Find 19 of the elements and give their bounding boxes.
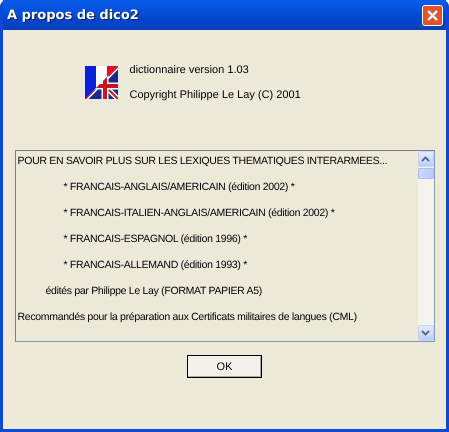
close-icon [426,8,439,22]
ok-button[interactable]: OK [187,355,262,378]
text-line: édités par Philippe Le Lay (FORMAT PAPIER A5) [44,284,263,299]
text-area[interactable] [14,150,434,342]
close-button[interactable] [422,4,443,26]
copyright-text: Copyright Philippe Le Lay (C) 2001 [130,89,301,101]
scrollbar[interactable] [418,151,434,341]
window-title: A propos de dico2 [7,8,139,22]
text-line: * FRANCAIS-ALLEMAND (édition 1993) * [62,258,248,273]
text-line: Recommandés pour la préparation aux Certificats militaires de langues (CML) [18,310,358,325]
flag-icon [84,66,118,99]
scroll-up-button[interactable] [418,151,434,167]
text-line: * FRANCAIS-ITALIEN-ANGLAIS/AMERICAIN (édition 2002) * [62,206,336,221]
text-line: * FRANCAIS-ESPAGNOL (édition 1996) * [62,232,248,247]
version-text: dictionnaire version 1.03 [130,64,250,76]
text-line: * FRANCAIS-ANGLAIS/AMERICAIN (édition 2002) * [62,180,296,195]
text-line: POUR EN SAVOIR PLUS SUR LES LEXIQUES THEMATIQUES INTERARMEES... [18,154,388,169]
scroll-thumb[interactable] [418,168,434,179]
scroll-down-button[interactable] [418,325,434,341]
